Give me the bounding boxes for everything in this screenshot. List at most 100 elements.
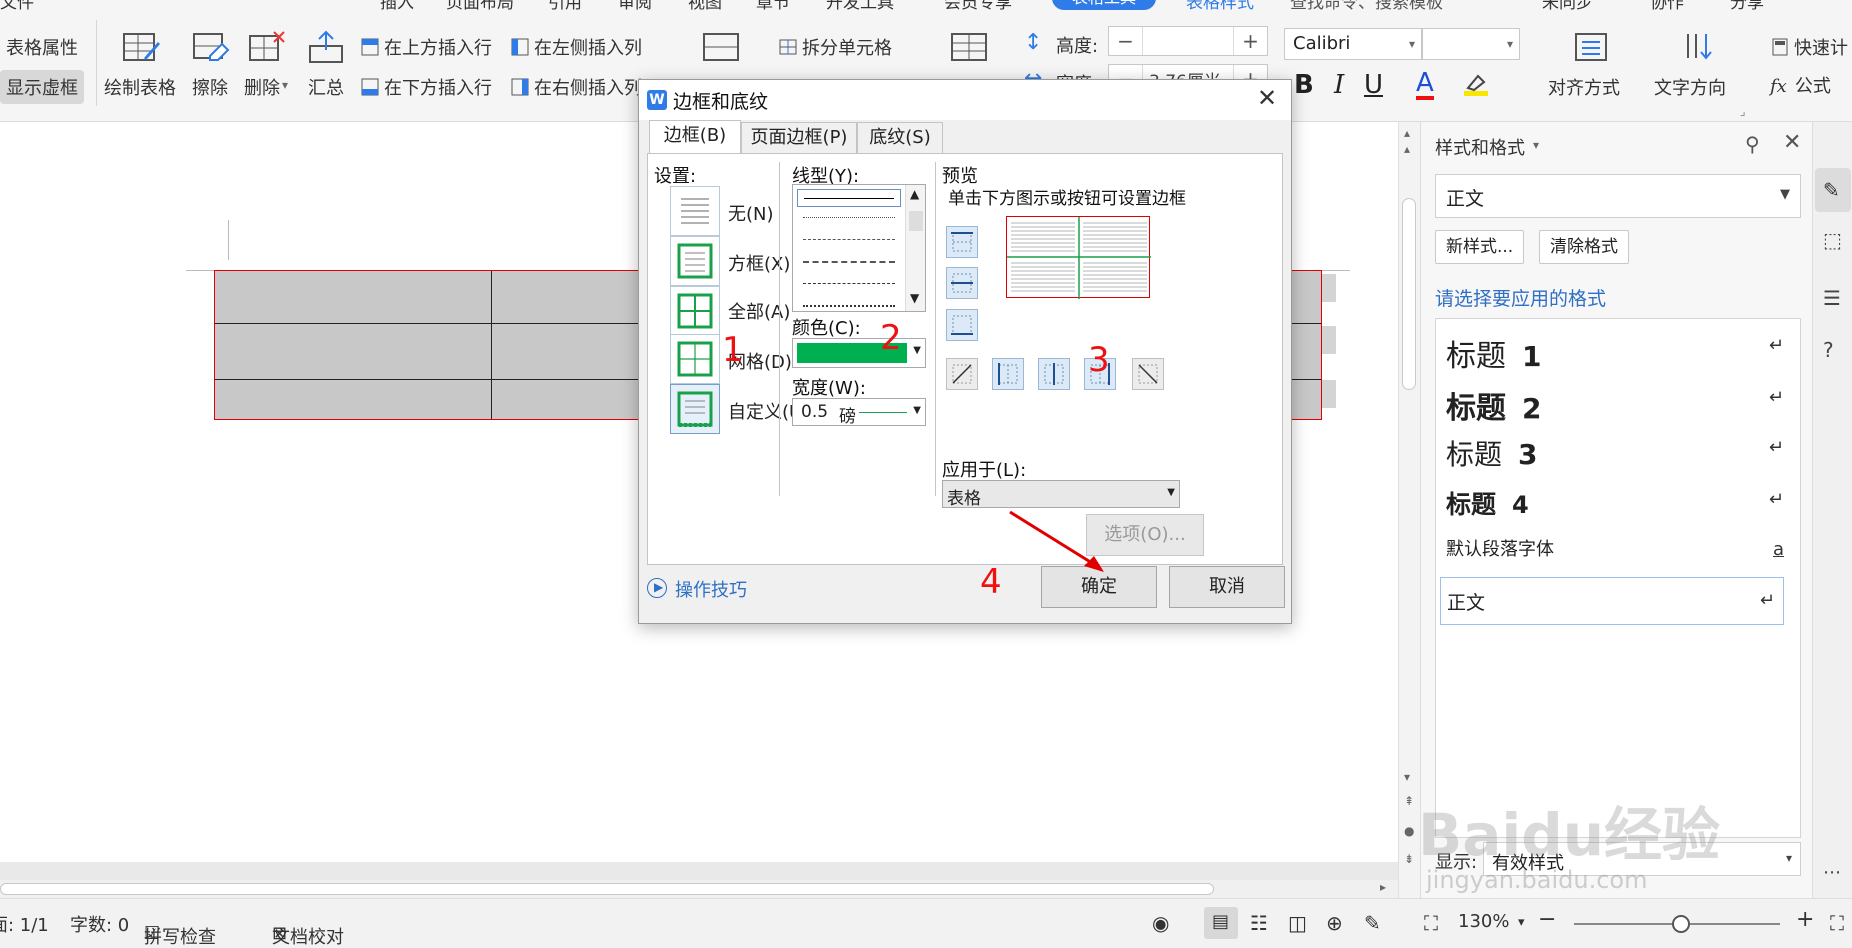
preview-inner-v-border-icon[interactable] <box>1038 358 1070 390</box>
insert-row-below-button[interactable]: 在下方插入行 <box>360 74 492 100</box>
tab-developer[interactable]: 开发工具 <box>826 0 894 13</box>
draw-table-button[interactable]: 绘制表格 <box>104 74 176 100</box>
scroll-up-icon[interactable]: ▴ <box>1404 142 1410 156</box>
tab-references[interactable]: 引用 <box>548 0 582 13</box>
zoom-slider-thumb[interactable] <box>1672 915 1690 933</box>
color-select[interactable]: ▼ <box>792 338 926 368</box>
dialog-titlebar[interactable]: W 边框和底纹 ✕ <box>639 80 1291 120</box>
line-style-scrollbar[interactable]: ▲ ▼ <box>905 185 925 311</box>
play-icon[interactable]: ▶ <box>647 578 667 598</box>
setting-box-label[interactable]: 方框(X) <box>728 250 790 276</box>
page-indicator[interactable]: 页面: 1/1 <box>0 911 49 937</box>
fit-page-icon[interactable]: ⛶ <box>1424 911 1438 935</box>
tab-view[interactable]: 视图 <box>688 0 722 13</box>
close-icon[interactable]: ✕ <box>1783 130 1801 155</box>
tab-shading[interactable]: 底纹(S) <box>857 122 943 154</box>
style-item-heading1[interactable]: 标题 1 ↵ <box>1446 323 1792 374</box>
setting-none-icon[interactable] <box>670 186 720 236</box>
style-pane-toggle[interactable]: ✎ <box>1815 168 1851 212</box>
split-table-icon[interactable] <box>950 30 988 64</box>
vertical-scroll-thumb[interactable] <box>1402 198 1416 390</box>
scroll-up-icon[interactable]: ▲ <box>910 187 919 201</box>
font-name-select[interactable]: Calibri ▾ <box>1284 28 1422 60</box>
more-icon[interactable]: ⋯ <box>1823 862 1841 883</box>
summary-button[interactable]: 汇总 <box>308 74 344 100</box>
style-item-heading2[interactable]: 标题 2 ↵ <box>1446 375 1792 426</box>
preview-top-border-icon[interactable] <box>946 226 978 258</box>
scroll-down-icon[interactable]: ▼ <box>910 291 919 305</box>
style-item-default-font[interactable]: 默认段落字体 a <box>1446 527 1792 573</box>
line-style-dotted[interactable] <box>803 217 895 218</box>
setting-all-label[interactable]: 全部(A) <box>728 298 790 324</box>
zoom-dropdown-icon[interactable]: ▾ <box>1518 915 1525 930</box>
setting-none-label[interactable]: 无(N) <box>728 200 774 226</box>
sync-status[interactable]: 未同步 <box>1542 0 1593 13</box>
page-view-button[interactable]: ▤ <box>1204 907 1238 939</box>
tab-layout[interactable]: 页面布局 <box>446 0 514 13</box>
height-decrease-button[interactable]: − <box>1109 27 1143 55</box>
web-view-icon[interactable]: ⊕ <box>1326 911 1343 935</box>
cancel-button[interactable]: 取消 <box>1169 566 1285 608</box>
preview-bottom-border-icon[interactable] <box>946 309 978 341</box>
erase-button[interactable]: 擦除 <box>192 74 228 100</box>
tab-review[interactable]: 审阅 <box>618 0 652 13</box>
zoom-out-icon[interactable]: − <box>1538 907 1556 932</box>
reading-view-icon[interactable]: ◫ <box>1288 911 1307 935</box>
preview-inner-h-border-icon[interactable] <box>946 267 978 299</box>
line-style-dash-long[interactable] <box>803 261 895 263</box>
table-properties-button[interactable]: 表格属性 <box>6 34 78 60</box>
insert-row-above-button[interactable]: 在上方插入行 <box>360 34 492 60</box>
write-mode-icon[interactable]: ✎ <box>1364 911 1381 935</box>
outline-view-icon[interactable]: ☷ <box>1250 911 1268 935</box>
help-icon[interactable]: ? <box>1823 338 1834 362</box>
align-button[interactable]: 对齐方式 <box>1548 74 1620 100</box>
share-button[interactable]: 分享 <box>1730 0 1764 13</box>
line-style-dashed[interactable] <box>803 239 895 240</box>
setting-all-icon[interactable] <box>670 286 720 336</box>
tab-table-tools[interactable]: 表格工具 <box>1052 0 1156 10</box>
height-increase-button[interactable]: + <box>1233 27 1267 55</box>
zoom-level[interactable]: 130% <box>1458 911 1509 932</box>
setting-custom-icon[interactable] <box>670 384 720 434</box>
select-icon[interactable]: ⬚ <box>1823 228 1842 252</box>
settings-slider-icon[interactable]: ☰ <box>1823 286 1841 310</box>
collab-button[interactable]: 协作 <box>1650 0 1684 13</box>
fullscreen-icon[interactable]: ⛶ <box>1830 911 1844 935</box>
select-browse-icon[interactable]: ● <box>1404 824 1414 838</box>
text-direction-button[interactable]: 文字方向 <box>1654 74 1726 100</box>
insert-col-right-button[interactable]: 在右侧插入列 <box>510 74 642 100</box>
style-item-normal[interactable]: 正文 ↵ <box>1440 577 1784 625</box>
style-item-heading3[interactable]: 标题 3 ↵ <box>1446 425 1792 471</box>
vertical-scrollbar[interactable]: ▴ ▴ ▾ ⇞ ● ⇟ <box>1398 122 1420 898</box>
pin-icon[interactable]: ⚲ <box>1745 132 1760 156</box>
preview-diagonal-down-icon[interactable] <box>1132 358 1164 390</box>
style-item-heading4[interactable]: 标题 4 ↵ <box>1446 477 1792 523</box>
merge-cells-icon[interactable] <box>702 30 740 64</box>
quick-calc-button[interactable]: 快速计 <box>1770 34 1848 60</box>
zoom-in-icon[interactable]: + <box>1796 907 1814 932</box>
new-style-button[interactable]: 新样式... <box>1435 230 1525 264</box>
highlight-icon[interactable] <box>1464 72 1488 96</box>
tab-page-borders[interactable]: 页面边框(P) <box>741 122 857 154</box>
insert-col-left-button[interactable]: 在左侧插入列 <box>510 34 642 60</box>
tab-borders[interactable]: 边框(B) <box>649 120 741 154</box>
show-grid-button[interactable]: 显示虚框 <box>0 70 84 104</box>
tab-insert[interactable]: 插入 <box>380 0 414 13</box>
next-page-icon[interactable]: ⇟ <box>1404 852 1414 866</box>
word-count[interactable]: 字数: 0 <box>70 911 129 937</box>
horizontal-scrollbar[interactable]: ▸ <box>0 880 1398 898</box>
formula-button[interactable]: fx 公式 <box>1770 72 1831 98</box>
tab-member[interactable]: 会员专享 <box>944 0 1012 13</box>
scroll-right-icon[interactable]: ▸ <box>1380 880 1386 894</box>
line-style-dash-dot-dot[interactable] <box>803 305 895 307</box>
search-command[interactable]: 查找命令、搜索模板 <box>1290 0 1443 13</box>
preview-diagonal-up-icon[interactable] <box>946 358 978 390</box>
line-style-list[interactable]: ▲ ▼ <box>792 184 926 312</box>
bold-icon[interactable]: B <box>1294 70 1314 100</box>
setting-box-icon[interactable] <box>670 236 720 286</box>
font-size-select[interactable]: ▾ <box>1422 28 1520 60</box>
tab-file[interactable]: 文件 <box>0 0 34 13</box>
tab-table-style[interactable]: 表格样式 <box>1186 0 1254 13</box>
scroll-up-icon[interactable]: ▴ <box>1404 126 1410 140</box>
height-stepper[interactable]: − + <box>1108 26 1268 56</box>
